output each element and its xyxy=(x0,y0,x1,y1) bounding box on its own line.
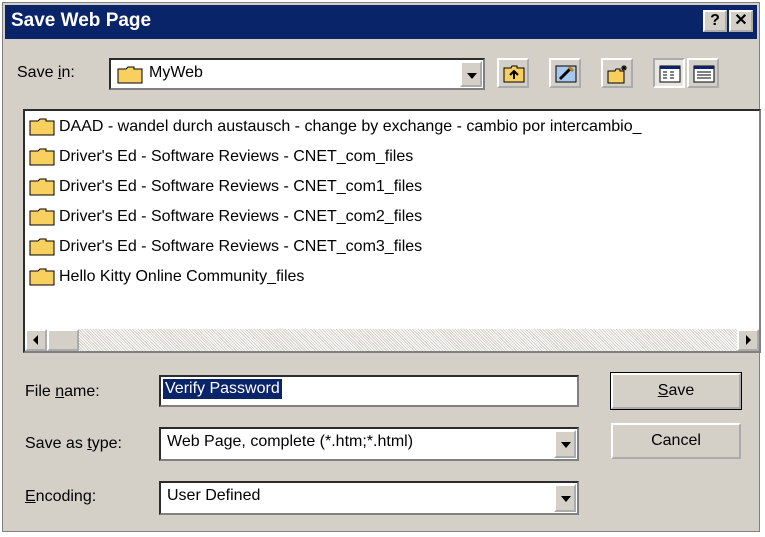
up-one-level-button[interactable] xyxy=(497,58,529,88)
details-view-icon xyxy=(693,65,715,83)
window-title: Save Web Page xyxy=(11,10,152,31)
save-as-type-label: Save as type: xyxy=(25,435,122,452)
close-icon: ✕ xyxy=(734,12,748,29)
save-in-value: MyWeb xyxy=(149,64,203,81)
file-name-text: Driver's Ed - Software Reviews - CNET_co… xyxy=(59,148,414,165)
new-folder-icon xyxy=(607,65,627,84)
scroll-right-button[interactable] xyxy=(737,329,759,351)
close-button[interactable]: ✕ xyxy=(729,10,753,32)
save-button[interactable]: Save xyxy=(610,372,742,410)
scroll-thumb[interactable] xyxy=(47,329,79,351)
up-folder-icon xyxy=(503,65,525,83)
save-as-type-dropdown-button[interactable] xyxy=(554,430,576,458)
file-name-value: Verify Password xyxy=(163,379,282,399)
save-as-type-value: Web Page, complete (*.htm;*.html) xyxy=(167,433,414,450)
encoding-select[interactable]: User Defined xyxy=(159,481,579,515)
folder-icon xyxy=(29,118,55,136)
file-name-text: Hello Kitty Online Community_files xyxy=(59,268,305,285)
save-as-type-select[interactable]: Web Page, complete (*.htm;*.html) xyxy=(159,427,579,461)
save-in-dropdown-button[interactable] xyxy=(460,61,482,87)
folder-icon xyxy=(29,238,55,256)
help-icon: ? xyxy=(710,12,720,29)
file-name-input[interactable]: Verify Password xyxy=(159,375,579,407)
save-in-combo[interactable]: MyWeb xyxy=(109,58,485,90)
folder-icon xyxy=(29,178,55,196)
file-list[interactable]: DAAD - wandel durch austausch - change b… xyxy=(23,109,761,353)
help-button[interactable]: ? xyxy=(703,10,727,32)
folder-icon xyxy=(29,268,55,286)
arrow-left-icon xyxy=(33,335,38,345)
file-name-label: File name: xyxy=(25,383,100,400)
arrow-right-icon xyxy=(746,335,751,345)
list-view-icon xyxy=(659,65,681,83)
file-name-text: Driver's Ed - Software Reviews - CNET_co… xyxy=(59,178,423,195)
title-bar: Save Web Page ? ✕ xyxy=(5,5,757,39)
file-name-text: Driver's Ed - Software Reviews - CNET_co… xyxy=(59,208,423,225)
save-web-page-dialog: Save Web Page ? ✕ Save in: MyWeb DAAD - … xyxy=(2,2,761,532)
cancel-button[interactable]: Cancel xyxy=(611,423,741,459)
save-in-label: Save in: xyxy=(17,64,75,81)
details-view-button[interactable] xyxy=(687,58,719,88)
folder-icon xyxy=(29,148,55,166)
encoding-label: Encoding: xyxy=(25,488,97,505)
folder-icon xyxy=(29,208,55,226)
list-view-button[interactable] xyxy=(653,58,685,88)
search-web-button[interactable] xyxy=(549,58,581,88)
scroll-left-button[interactable] xyxy=(25,329,47,351)
file-name-text: Driver's Ed - Software Reviews - CNET_co… xyxy=(59,238,423,255)
encoding-dropdown-button[interactable] xyxy=(554,484,576,512)
horizontal-scrollbar[interactable] xyxy=(25,329,759,351)
encoding-value: User Defined xyxy=(167,487,261,504)
folder-icon xyxy=(117,66,143,84)
new-folder-button[interactable] xyxy=(601,58,633,88)
file-name-text: DAAD - wandel durch austausch - change b… xyxy=(59,118,642,135)
search-web-icon xyxy=(555,65,577,83)
